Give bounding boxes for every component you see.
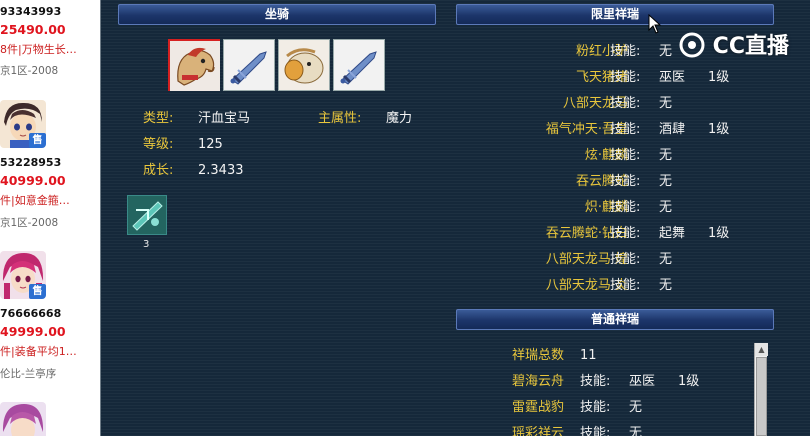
main-attr-label: 主属性: — [318, 111, 362, 126]
listing-id[interactable]: 76666668 — [0, 307, 61, 321]
character-portrait-icon — [0, 402, 46, 436]
scroll-thumb[interactable] — [756, 357, 767, 436]
limited-section-header: 限里祥瑞 — [456, 4, 774, 25]
skill-count: 3 — [143, 239, 150, 250]
common-section-title: 普通祥瑞 — [590, 312, 639, 326]
sword-item-icon — [224, 40, 274, 90]
skill-value: 无 — [629, 426, 643, 436]
sword-item-icon — [334, 40, 384, 90]
sheep-mount-icon — [279, 40, 329, 90]
seller-avatar[interactable]: 售 — [0, 251, 46, 299]
sell-badge: 售 — [29, 133, 46, 148]
xiangrui-name: 雷霆战豹 — [512, 400, 565, 415]
mount-skill-slot[interactable] — [127, 195, 167, 235]
level-label: 等级: — [143, 137, 174, 152]
listing-tags[interactable]: 8件|万物生长… — [0, 43, 77, 57]
skill-label: 技能: — [610, 70, 641, 85]
skill-value: 无 — [659, 96, 673, 111]
main-attr-value: 魔力 — [386, 111, 413, 126]
listing-price: 49999.00 — [0, 324, 66, 339]
skill-value: 巫医 — [629, 374, 656, 389]
mount-section-title: 坐骑 — [264, 7, 289, 21]
skill-level: 1级 — [678, 374, 700, 389]
skill-label: 技能: — [580, 374, 611, 389]
listing-price: 40999.00 — [0, 173, 66, 188]
xiangrui-name: 瑶彩祥云 — [512, 426, 565, 436]
skill-label: 技能: — [580, 426, 611, 436]
mount-slot-sheep[interactable] — [278, 39, 330, 91]
skill-value: 酒肆 — [659, 122, 686, 137]
stream-watermark: CC直播 — [679, 28, 789, 59]
mount-slot-sword-2[interactable] — [333, 39, 385, 91]
listing-tags[interactable]: 件|装备平均1… — [0, 345, 77, 359]
common-section-header: 普通祥瑞 — [456, 309, 774, 330]
listing-tags[interactable]: 件|如意金箍… — [0, 194, 70, 208]
skill-label: 技能: — [610, 226, 641, 241]
skill-level: 1级 — [708, 226, 730, 241]
skill-value: 无 — [659, 44, 673, 59]
skill-scroll-icon — [128, 196, 166, 234]
skill-label: 技能: — [610, 200, 641, 215]
listing-price: 25490.00 — [0, 22, 66, 37]
skill-value: 起舞 — [659, 226, 686, 241]
skill-level: 1级 — [708, 122, 730, 137]
skill-value: 无 — [659, 148, 673, 163]
game-info-panel: 坐骑 类型: 汗血宝马 主属性: 魔力 等级: 125 成长: 2.3433 3… — [101, 0, 810, 436]
skill-value: 巫医 — [659, 70, 686, 85]
seller-avatar[interactable] — [0, 402, 46, 436]
skill-value: 无 — [659, 278, 673, 293]
scroll-up-arrow-icon[interactable]: ▲ — [755, 343, 768, 356]
skill-value: 无 — [659, 200, 673, 215]
listing-id[interactable]: 93343993 — [0, 5, 61, 19]
level-value: 125 — [198, 137, 223, 152]
mouse-cursor-icon — [648, 14, 662, 34]
horse-mount-icon — [170, 41, 220, 91]
type-value: 汗血宝马 — [198, 111, 251, 126]
skill-label: 技能: — [610, 148, 641, 163]
skill-label: 技能: — [610, 278, 641, 293]
cc-logo-icon — [679, 32, 705, 58]
seller-avatar[interactable]: 售 — [0, 100, 46, 148]
skill-value: 无 — [629, 400, 643, 415]
type-label: 类型: — [143, 111, 174, 126]
growth-value: 2.3433 — [198, 163, 244, 178]
skill-label: 技能: — [610, 122, 641, 137]
total-value: 11 — [580, 348, 597, 363]
common-list-scrollbar[interactable]: ▲ — [754, 343, 768, 436]
skill-label: 技能: — [610, 174, 641, 189]
limited-section-title: 限里祥瑞 — [590, 7, 639, 21]
skill-label: 技能: — [610, 44, 641, 59]
listing-server: 京1区-2008 — [0, 217, 59, 229]
listing-server: 伦比-兰亭序 — [0, 368, 57, 380]
skill-label: 技能: — [610, 252, 641, 267]
listing-column: 93343993 25490.00 8件|万物生长… 京1区-2008 售 53… — [0, 0, 101, 436]
mount-section-header: 坐骑 — [118, 4, 436, 25]
sell-badge: 售 — [29, 284, 46, 299]
listing-server: 京1区-2008 — [0, 65, 59, 77]
mount-slot-sword-1[interactable] — [223, 39, 275, 91]
skill-label: 技能: — [610, 96, 641, 111]
skill-value: 无 — [659, 174, 673, 189]
listing-id[interactable]: 53228953 — [0, 156, 61, 170]
watermark-text: CC直播 — [712, 34, 789, 59]
xiangrui-name: 碧海云舟 — [512, 374, 565, 389]
growth-label: 成长: — [143, 163, 174, 178]
mount-slot-horse[interactable] — [168, 39, 220, 91]
skill-label: 技能: — [580, 400, 611, 415]
skill-value: 无 — [659, 252, 673, 267]
skill-level: 1级 — [708, 70, 730, 85]
total-label: 祥瑞总数 — [512, 348, 565, 363]
